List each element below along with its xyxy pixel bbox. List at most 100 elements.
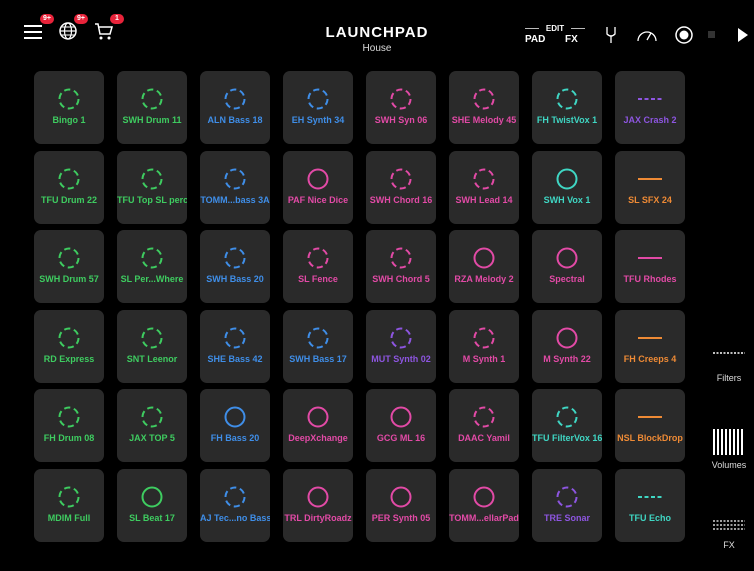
pad-5-2[interactable]: JAX TOP 5 [117,389,187,462]
solid-line-icon [638,336,662,339]
pad-2-5[interactable]: SWH Chord 16 [366,150,436,224]
pad-label: TOMM...bass 3A [200,194,270,205]
pad-4-2[interactable]: SNT Leenor [117,309,187,383]
pad-2-8[interactable]: SL SFX 24 [615,150,685,224]
solid-circle-icon [307,406,329,428]
solid-circle-icon [473,486,495,507]
pad-label: JAX TOP 5 [129,433,175,443]
fx-label[interactable]: FX [706,540,752,550]
menu-button[interactable]: 9+ [22,14,54,44]
pad-label: TOMM...ellarPad [449,512,519,523]
dashed-circle-icon [390,168,412,189]
tempo-gauge-icon[interactable] [636,26,658,44]
volumes-label[interactable]: Volumes [706,460,752,470]
pad-3-5[interactable]: SWH Chord 5 [366,230,436,303]
pad-label: SWH Vox 1 [543,194,591,205]
pad-4-5[interactable]: MUT Synth 02 [366,309,436,383]
dashed-circle-icon [556,486,578,507]
pad-2-3[interactable]: TOMM...bass 3A [200,150,270,224]
globe-button[interactable]: 9+ [56,14,88,44]
pad-5-4[interactable]: DeepXchange [283,389,353,462]
pad-6-7[interactable]: TRE Sonar [532,468,602,542]
pad-label: FH Bass 20 [210,433,260,443]
pad-5-5[interactable]: GCG ML 16 [366,389,436,462]
pad-6-5[interactable]: PER Synth 05 [366,468,436,542]
pad-3-7[interactable]: Spectral [532,230,602,303]
mode-fx-button[interactable]: FX [565,34,578,45]
pad-6-4[interactable]: TRL DirtyRoadz [283,468,353,542]
pad-2-4[interactable]: PAF Nice Dice [283,150,353,224]
pad-2-2[interactable]: TFU Top SL perc [117,150,187,224]
volumes-icon[interactable] [713,429,745,455]
pad-1-6[interactable]: SHE Melody 45 [449,71,519,144]
cart-button[interactable]: 1 [92,14,124,44]
filters-label[interactable]: Filters [706,373,752,383]
solid-circle-icon [390,406,412,428]
pad-6-8[interactable]: TFU Echo [615,468,685,542]
dashed-circle-icon [58,247,80,269]
pad-3-2[interactable]: SL Per...Where [117,230,187,303]
dashed-circle-icon [224,486,246,507]
pad-6-2[interactable]: SL Beat 17 [117,468,187,542]
dashed-circle-icon [473,168,495,189]
pad-2-1[interactable]: TFU Drum 22 [34,150,104,224]
pad-5-7[interactable]: TFU FilterVox 16 [532,389,602,462]
pad-6-1[interactable]: MDIM Full [34,468,104,542]
pad-label: RZA Melody 2 [454,274,514,284]
pad-3-4[interactable]: SL Fence [283,230,353,303]
pad-label: SL Fence [298,274,338,284]
pad-1-3[interactable]: ALN Bass 18 [200,71,270,144]
pad-1-2[interactable]: SWH Drum 11 [117,71,187,144]
fx-icon[interactable] [713,519,745,531]
stop-icon[interactable] [708,31,716,39]
pad-label: PAF Nice Dice [287,194,349,205]
pad-label: SWH Chord 5 [372,274,430,284]
dashed-circle-icon [307,327,329,348]
pad-1-1[interactable]: Bingo 1 [34,71,104,144]
dashed-circle-icon [58,168,80,189]
pad-3-8[interactable]: TFU Rhodes [615,230,685,303]
tuning-fork-icon[interactable] [604,26,618,44]
filters-icon[interactable] [713,351,745,355]
pad-1-7[interactable]: FH TwistVox 1 [532,71,602,144]
pad-label: TRL DirtyRoadz [284,512,352,523]
solid-circle-icon [390,486,412,507]
pad-3-1[interactable]: SWH Drum 57 [34,230,104,303]
dashed-circle-icon [473,406,495,428]
pad-4-4[interactable]: SWH Bass 17 [283,309,353,383]
edit-mode-switch[interactable]: EDIT PAD FX [523,24,587,48]
pad-5-8[interactable]: NSL BlockDrop [615,389,685,462]
solid-line-icon [638,257,662,259]
play-icon[interactable] [737,28,749,42]
globe-icon [59,22,77,40]
pad-6-6[interactable]: TOMM...ellarPad [449,468,519,542]
pad-3-3[interactable]: SWH Bass 20 [200,230,270,303]
pad-5-1[interactable]: FH Drum 08 [34,389,104,462]
pad-1-5[interactable]: SWH Syn 06 [366,71,436,144]
pad-6-3[interactable]: AJ Tec...no Bass [200,468,270,542]
pad-4-1[interactable]: RD Express [34,309,104,383]
pad-label: TFU Rhodes [623,274,677,284]
pad-5-3[interactable]: FH Bass 20 [200,389,270,462]
pad-label: TFU Echo [629,512,671,523]
pad-1-4[interactable]: EH Synth 34 [283,71,353,144]
pad-4-7[interactable]: M Synth 22 [532,309,602,383]
pad-2-7[interactable]: SWH Vox 1 [532,150,602,224]
solid-circle-icon [307,168,329,189]
pad-label: Bingo 1 [52,115,86,125]
pad-5-6[interactable]: DAAC Yamil [449,389,519,462]
pad-label: MDIM Full [47,512,91,523]
pad-4-6[interactable]: M Synth 1 [449,309,519,383]
pad-label: MUT Synth 02 [371,353,431,364]
pad-label: GCG ML 16 [376,433,426,443]
pad-2-6[interactable]: SWH Lead 14 [449,150,519,224]
record-icon[interactable] [674,25,694,45]
solid-line-icon [638,177,662,180]
solid-circle-icon [556,327,578,348]
pad-4-3[interactable]: SHE Bass 42 [200,309,270,383]
pad-3-6[interactable]: RZA Melody 2 [449,230,519,303]
mode-pad-button[interactable]: PAD [525,34,545,45]
pad-1-8[interactable]: JAX Crash 2 [615,71,685,144]
cart-badge: 1 [110,14,124,24]
pad-4-8[interactable]: FH Creeps 4 [615,309,685,383]
